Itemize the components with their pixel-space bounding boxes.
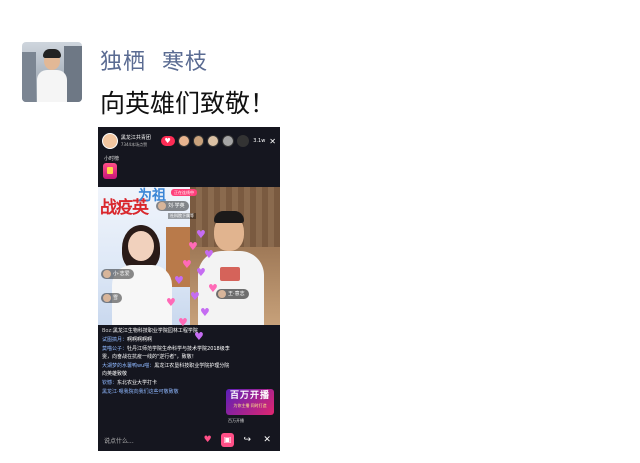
heart-icon: ♥ [182, 258, 192, 271]
connecting-badge: 正在连线中 [171, 189, 197, 196]
comment-item: 钦憾：东北农业大学打卡 [102, 380, 158, 386]
author-avatar[interactable] [22, 42, 82, 102]
post-image[interactable]: 黑龙江共青团 7344本场点赞 ♥ 3.1w ✕ 小时榜 战疫英 为祖 正在连线… [98, 127, 280, 451]
guest-tag: 小·志爱 [101, 269, 134, 279]
heart-icon: ♥ [196, 228, 206, 241]
viewer-avatar [222, 135, 235, 147]
viewer-avatar [237, 135, 250, 147]
comment-item: 试图搞月：啊啊啊啊啊 [102, 337, 153, 343]
live-bottom-bar: 说点什么... ♥ ▣ ↪ ✕ [98, 429, 280, 451]
live-video: 战疫英 为祖 正在连线中 刘·学英 社科院下属等 小·志爱 雪 王·意志 ♥ ♥… [98, 187, 280, 342]
close-icon: ✕ [263, 435, 271, 445]
comment-input: 说点什么... [104, 437, 134, 445]
post-text: 向英雄们致敬！ [100, 89, 276, 118]
live-top-bar: 黑龙江共青团 7344本场点赞 ♥ 3.1w ✕ [98, 127, 280, 155]
promo-banner: 百万开播 为你主播 同时打造 [226, 389, 274, 415]
promo-subtitle: 为你主播 同时打造 [233, 403, 267, 408]
host-name: 黑龙江共青团 [120, 134, 151, 141]
heart-icon: ♥ [208, 282, 218, 295]
heart-icon: ♥ [166, 296, 176, 309]
comment-item: Boz:黑龙江生物科技职业学院园林工程学院 [102, 328, 198, 334]
heart-icon: ♥ [196, 266, 206, 279]
viewer-avatar [207, 135, 220, 147]
gift-icon [103, 163, 117, 179]
comment-item: 大湖梦的水薯鸭wu喵：黑龙江农垦科技职业学院护理分院向英雄致敬 [102, 363, 230, 377]
gift-box-icon: ▣ [220, 433, 235, 447]
heart-icon: ♥ [190, 290, 200, 303]
close-icon: ✕ [269, 136, 276, 146]
share-icon: ↪ [243, 435, 252, 445]
comment-item: 莫喵公子：牡丹江师范学院生命科学与技术学院2018级李雯，向奋战在抗疫一线的"逆… [102, 346, 230, 360]
author-name[interactable]: 独栖 寒枝 [100, 44, 208, 76]
heart-icon: ♥ [188, 240, 198, 253]
viewer-count: 3.1w [253, 138, 266, 144]
guest-tag: 雪 [101, 293, 123, 303]
comment-feed: Boz:黑龙江生物科技职业学院园林工程学院 试图搞月：啊啊啊啊啊 莫喵公子：牡丹… [102, 327, 234, 397]
comment-item: 黑龙江·嗯我院向我们这些可敬致敬 [102, 389, 179, 395]
follow-heart-icon: ♥ [160, 136, 175, 146]
guest-tag: 刘·学英 [156, 201, 189, 211]
promo-title: 百万开播 [229, 391, 270, 401]
like-heart-icon: ♥ [203, 435, 212, 445]
host-avatar [102, 133, 118, 149]
viewer-avatar [177, 135, 190, 147]
guest-sub-tag: 社科院下属等 [168, 213, 196, 219]
heart-icon: ♥ [174, 274, 184, 287]
heart-icon: ♥ [200, 306, 210, 319]
host-likes: 7344本场点赞 [120, 141, 148, 147]
viewer-avatar [192, 135, 205, 147]
promo-caption: 百万开播 [228, 418, 244, 423]
moments-post: 独栖 寒枝 向英雄们致敬！ 黑龙江共青团 7344本场点赞 ♥ 3.1w ✕ 小… [0, 0, 640, 463]
heart-icon: ♥ [204, 248, 214, 261]
hourly-rank-label: 小时榜 [104, 156, 120, 162]
